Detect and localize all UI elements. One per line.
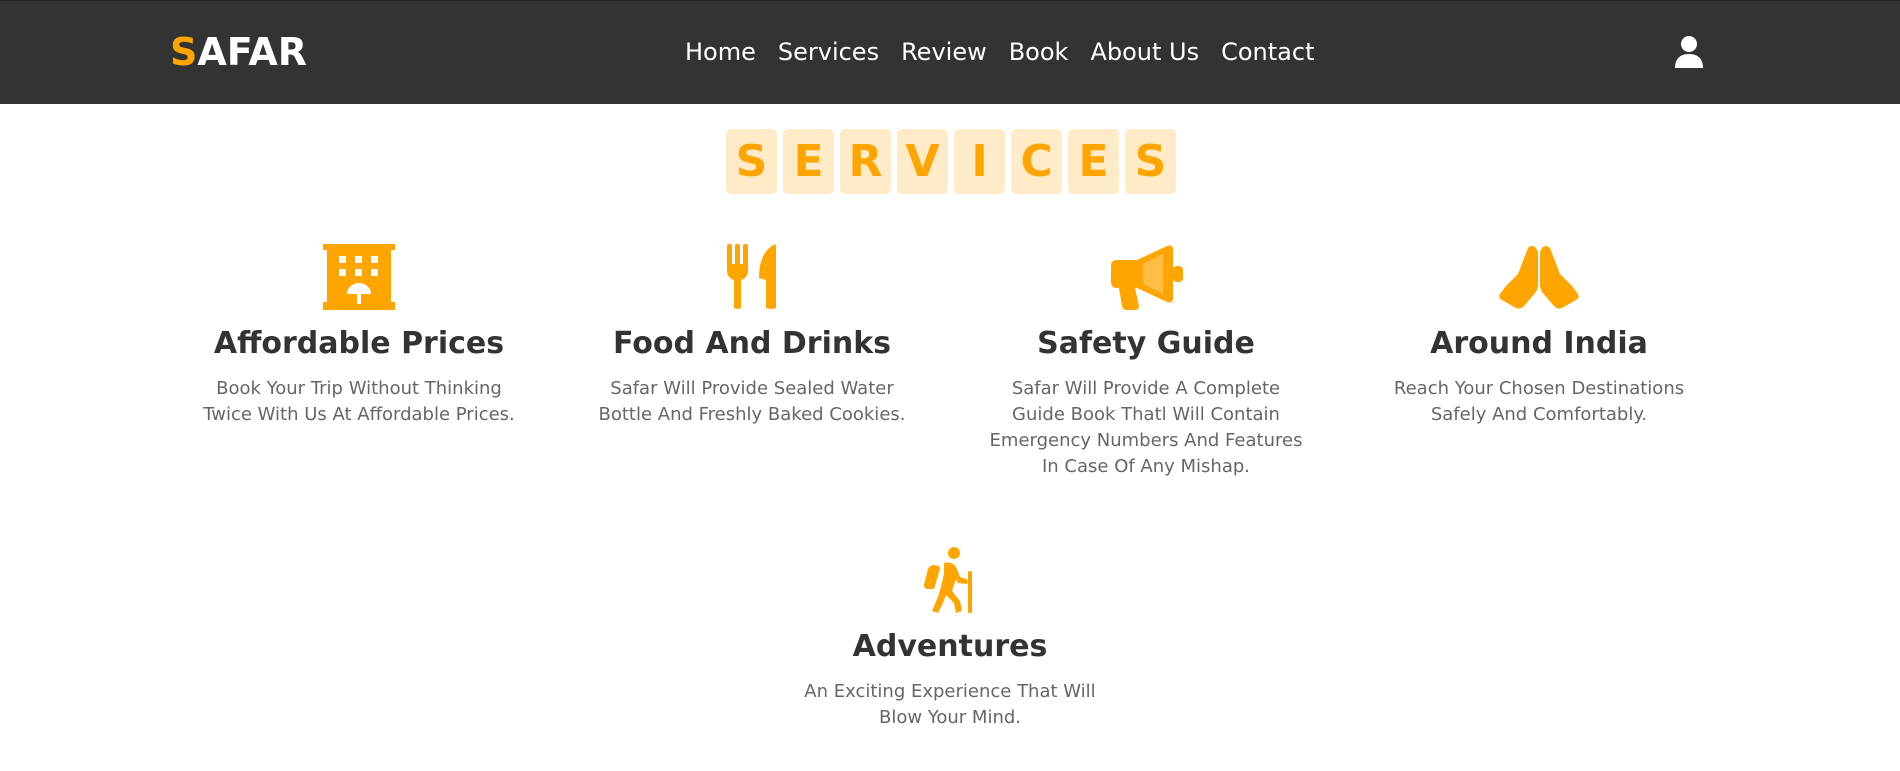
service-title: Safety Guide (1037, 326, 1255, 361)
service-description: Reach Your Chosen Destinations Safely An… (1393, 378, 1685, 425)
logo[interactable]: SAFAR (170, 29, 307, 75)
logo-accent-letter: S (170, 30, 198, 74)
heading-letter: E (1068, 129, 1119, 194)
service-description: Safar Will Provide A Complete Guide Book… (989, 378, 1303, 477)
hotel-icon (189, 240, 529, 310)
nav-review[interactable]: Review (901, 35, 987, 69)
nav-book[interactable]: Book (1009, 35, 1069, 69)
main-nav: Home Services Review Book About Us Conta… (685, 35, 1336, 69)
praying-hands-icon (1369, 240, 1709, 310)
heading-letter: I (954, 129, 1005, 194)
service-description: An Exciting Experience That Will Blow Yo… (804, 681, 1096, 728)
heading-letter: S (1125, 129, 1176, 194)
service-title: Adventures (852, 629, 1048, 664)
utensils-icon (582, 240, 922, 310)
service-card-adventures: Adventures An Exciting Experience That W… (780, 543, 1120, 731)
services-heading: S E R V I C E S (726, 129, 1176, 194)
service-title: Food And Drinks (612, 326, 892, 361)
user-icon[interactable] (1674, 35, 1704, 69)
nav-home[interactable]: Home (685, 35, 756, 69)
heading-letter: V (897, 129, 948, 194)
nav-contact[interactable]: Contact (1221, 35, 1314, 69)
nav-about-us[interactable]: About Us (1090, 35, 1199, 69)
heading-letter: E (783, 129, 834, 194)
heading-letter: C (1011, 129, 1062, 194)
nav-services[interactable]: Services (778, 35, 879, 69)
service-card-around-india: Around India Reach Your Chosen Destinati… (1369, 240, 1709, 428)
logo-text: AFAR (197, 30, 308, 74)
heading-letter: S (726, 129, 777, 194)
service-description: Book Your Trip Without Thinking Twice Wi… (203, 378, 515, 425)
bullhorn-icon (976, 240, 1316, 310)
hiking-icon (780, 543, 1120, 613)
service-card-food-and-drinks: Food And Drinks Safar Will Provide Seale… (582, 240, 922, 428)
service-card-safety-guide: Safety Guide Safar Will Provide A Comple… (976, 240, 1316, 480)
service-description: Safar Will Provide Sealed Water Bottle A… (598, 378, 906, 425)
service-title: Affordable Prices (213, 326, 505, 361)
service-title: Around India (1430, 326, 1648, 361)
heading-letter: R (840, 129, 891, 194)
service-card-affordable-prices: Affordable Prices Book Your Trip Without… (189, 240, 529, 428)
top-header: SAFAR Home Services Review Book About Us… (0, 0, 1900, 104)
